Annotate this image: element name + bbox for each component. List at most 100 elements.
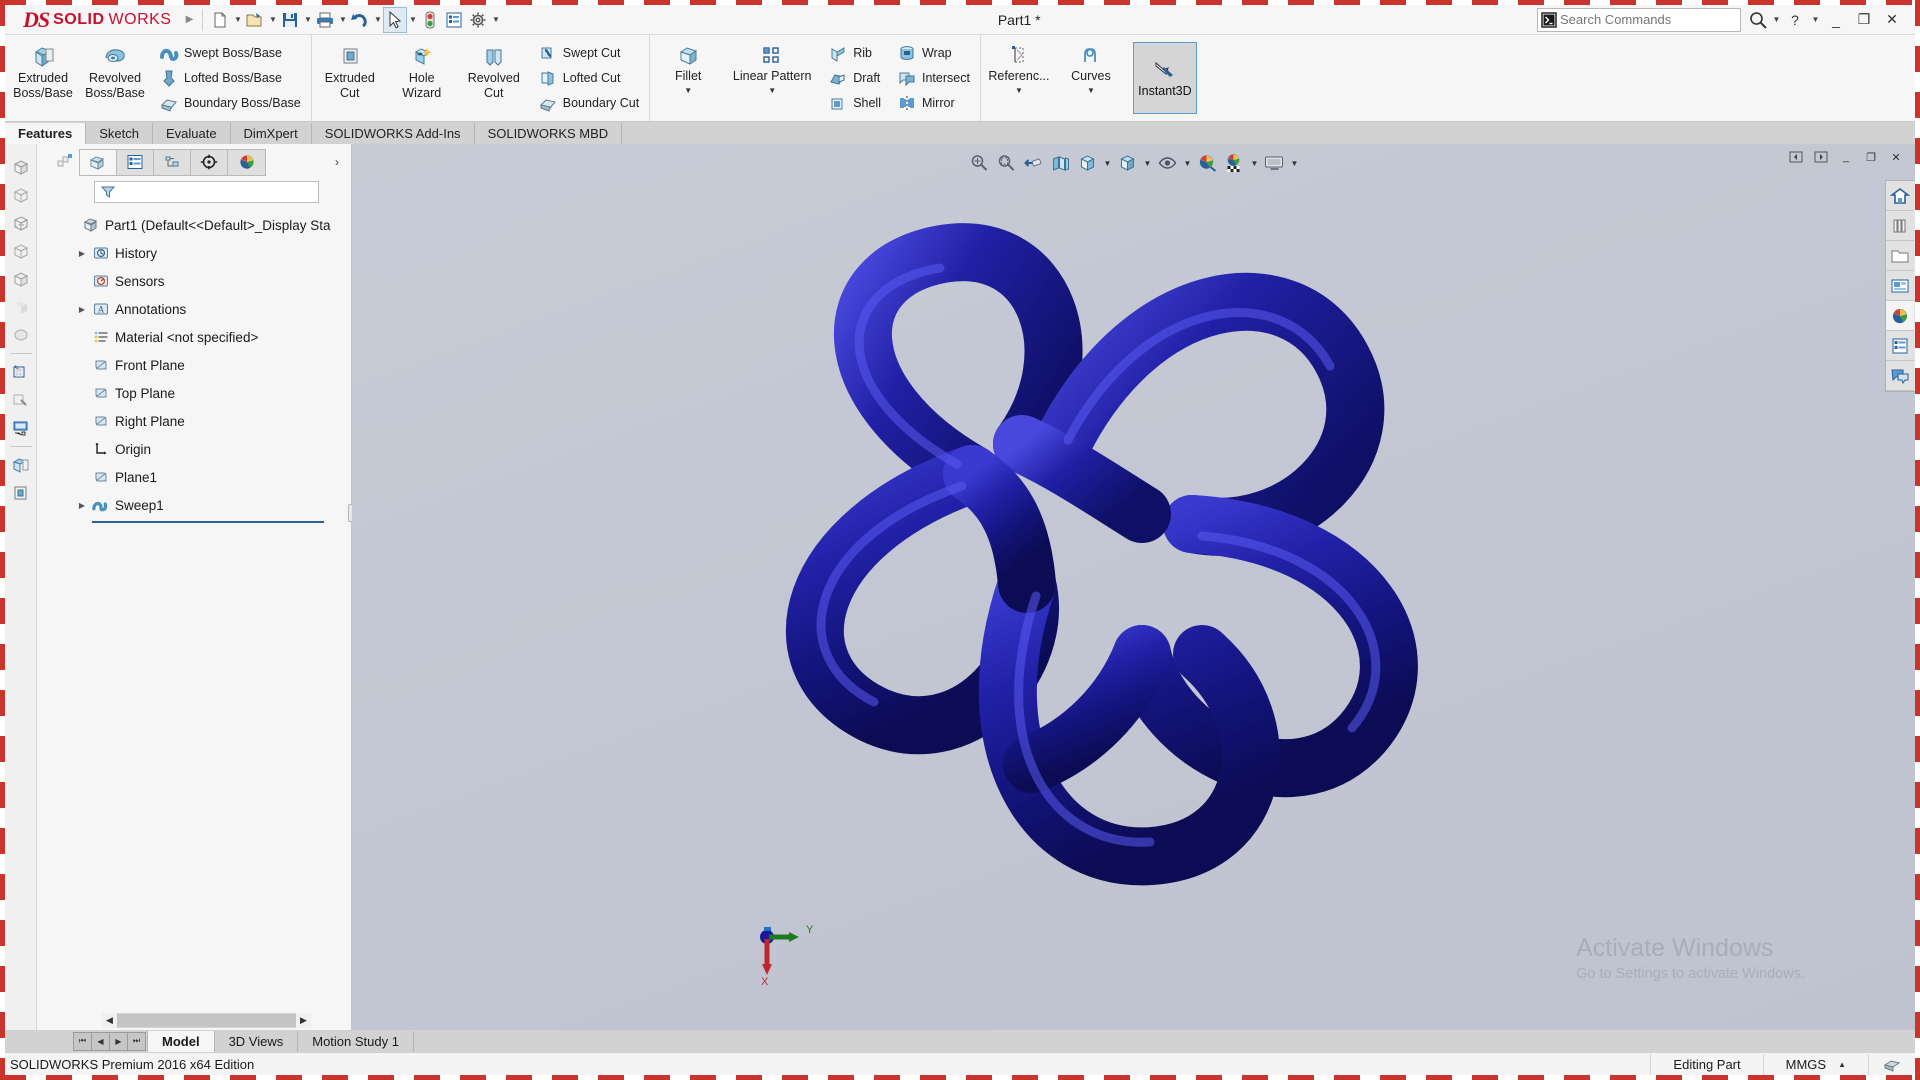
feature-tree-tab[interactable] — [80, 149, 117, 175]
menu-expand-arrow-icon[interactable]: ▶ — [181, 7, 197, 33]
undo-icon[interactable] — [348, 7, 372, 33]
view-settings-icon[interactable] — [1262, 150, 1287, 176]
tab-sketch[interactable]: Sketch — [86, 123, 153, 144]
tab-features[interactable]: Features — [5, 123, 87, 144]
lofted-cut-button[interactable]: Lofted Cut — [534, 66, 643, 91]
tree-item-origin[interactable]: Origin — [92, 435, 351, 463]
fillet-button[interactable]: Fillet ▼ — [652, 38, 724, 118]
options-caret-icon[interactable]: ▼ — [490, 7, 501, 33]
expand-arrow-icon[interactable]: ▶ — [77, 249, 87, 258]
next-tab-icon[interactable]: ▶ — [109, 1031, 128, 1051]
hide-show-caret-icon[interactable]: ▼ — [1182, 150, 1193, 176]
undo-caret-icon[interactable]: ▼ — [372, 7, 383, 33]
rebuild-status-icon[interactable] — [1868, 1053, 1915, 1075]
select-cursor-icon[interactable] — [383, 6, 408, 33]
open-document-caret-icon[interactable]: ▼ — [267, 7, 278, 33]
select-caret-icon[interactable]: ▼ — [407, 7, 418, 33]
fillet-dropdown-icon[interactable]: ▼ — [684, 86, 692, 95]
tree-item-top-plane[interactable]: Top Plane — [92, 379, 351, 407]
repair-sketch-icon[interactable] — [8, 387, 34, 413]
tab-3d-views[interactable]: 3D Views — [213, 1030, 299, 1052]
tree-rollback-bar[interactable] — [92, 521, 324, 523]
tree-item-material[interactable]: Material <not specified> — [92, 323, 351, 351]
solidworks-forum-icon[interactable] — [1886, 361, 1914, 391]
shaded-icon[interactable] — [8, 294, 34, 320]
display-style-caret-icon[interactable]: ▼ — [1142, 150, 1153, 176]
view-palette-icon[interactable] — [1886, 271, 1914, 301]
minimize-button[interactable]: _ — [1823, 7, 1849, 33]
scrollbar-thumb[interactable] — [117, 1013, 296, 1027]
zoom-to-area-icon[interactable] — [994, 150, 1019, 176]
draft-button[interactable]: Draft — [824, 66, 885, 91]
tab-solidworks-mbd[interactable]: SOLIDWORKS MBD — [474, 123, 623, 144]
extruded-cut-rail-icon[interactable] — [8, 480, 34, 506]
file-properties-icon[interactable] — [442, 7, 466, 33]
rebuild-icon[interactable] — [418, 7, 442, 33]
help-icon[interactable]: ? — [1782, 7, 1808, 33]
display-pane-icon[interactable] — [8, 415, 34, 441]
hidden-lines-visible-icon[interactable] — [8, 210, 34, 236]
feature-tree-filter[interactable] — [94, 181, 319, 203]
lofted-boss-base-button[interactable]: Lofted Boss/Base — [155, 66, 305, 91]
dimxpert-manager-tab[interactable] — [191, 149, 228, 175]
wireframe-view-icon[interactable] — [8, 182, 34, 208]
sketch-icon[interactable] — [8, 359, 34, 385]
edit-appearance-icon[interactable] — [1195, 150, 1220, 176]
new-document-icon[interactable] — [208, 7, 232, 33]
display-manager-tab[interactable] — [228, 149, 265, 175]
document-minimize-button[interactable]: _ — [1835, 147, 1857, 167]
search-magnifier-icon[interactable] — [1745, 7, 1771, 33]
close-button[interactable]: ✕ — [1879, 7, 1905, 33]
model-3d-view[interactable] — [502, 144, 1502, 974]
shell-button[interactable]: Shell — [824, 91, 885, 116]
document-restore-button[interactable]: ❐ — [1860, 147, 1882, 167]
rib-button[interactable]: Rib — [824, 41, 885, 66]
view-orientation-icon[interactable] — [1075, 150, 1100, 176]
scroll-left-arrow-icon[interactable]: ◀ — [102, 1012, 117, 1028]
open-document-icon[interactable] — [243, 7, 267, 33]
linear-pattern-button[interactable]: Linear Pattern ▼ — [724, 38, 820, 118]
print-caret-icon[interactable]: ▼ — [337, 7, 348, 33]
previous-view-icon[interactable] — [1021, 150, 1046, 176]
tree-item-front-plane[interactable]: Front Plane — [92, 351, 351, 379]
tree-item-right-plane[interactable]: Right Plane — [92, 407, 351, 435]
first-tab-icon[interactable]: ⏮ — [73, 1031, 92, 1051]
section-view-icon[interactable] — [1048, 150, 1073, 176]
search-input[interactable] — [1560, 8, 1740, 31]
view-orientation-caret-icon[interactable]: ▼ — [1102, 150, 1113, 176]
hole-wizard-button[interactable]: Hole Wizard — [386, 38, 458, 118]
tree-item-plane1[interactable]: Plane1 — [92, 463, 351, 491]
restore-right-icon[interactable] — [1810, 147, 1832, 167]
search-caret-icon[interactable]: ▼ — [1771, 7, 1782, 33]
hide-show-items-icon[interactable] — [1155, 150, 1180, 176]
hidden-lines-removed-icon[interactable] — [8, 238, 34, 264]
tab-solidworks-add-ins[interactable]: SOLIDWORKS Add-Ins — [311, 123, 475, 144]
search-commands-box[interactable] — [1537, 7, 1741, 32]
custom-properties-icon[interactable] — [1886, 331, 1914, 361]
revolved-cut-button[interactable]: Revolved Cut — [458, 38, 530, 118]
extruded-cut-button[interactable]: Extruded Cut — [314, 38, 386, 118]
revolved-boss-base-button[interactable]: Revolved Boss/Base — [79, 38, 151, 118]
configuration-manager-tab[interactable] — [154, 149, 191, 175]
restore-left-icon[interactable] — [1785, 147, 1807, 167]
file-explorer-icon[interactable] — [1886, 241, 1914, 271]
tree-item-sensors[interactable]: Sensors — [92, 267, 351, 295]
view-settings-caret-icon[interactable]: ▼ — [1289, 150, 1300, 176]
swept-boss-base-button[interactable]: Swept Boss/Base — [155, 41, 305, 66]
restore-button[interactable]: ❐ — [1851, 7, 1877, 33]
feature-manager-more-chevron[interactable]: › — [335, 155, 345, 169]
mirror-button[interactable]: Mirror — [893, 91, 974, 116]
boundary-boss-base-button[interactable]: Boundary Boss/Base — [155, 91, 305, 116]
draft-quality-icon[interactable] — [8, 322, 34, 348]
last-tab-icon[interactable]: ⏭ — [127, 1031, 146, 1051]
extruded-boss-base-button[interactable]: Extruded Boss/Base — [7, 38, 79, 118]
intersect-button[interactable]: Intersect — [893, 66, 974, 91]
zoom-to-fit-icon[interactable] — [967, 150, 992, 176]
tree-item-part1[interactable]: Part1 (Default<<Default>_Display Sta — [82, 211, 351, 239]
tree-item-annotations[interactable]: ▶ A Annotations — [79, 295, 351, 323]
document-close-button[interactable]: ✕ — [1885, 147, 1907, 167]
view-orientation-icon[interactable] — [8, 154, 34, 180]
tab-dimxpert[interactable]: DimXpert — [230, 123, 312, 144]
curves-button[interactable]: Curves ▼ — [1055, 38, 1127, 118]
apply-scene-caret-icon[interactable]: ▼ — [1249, 150, 1260, 176]
